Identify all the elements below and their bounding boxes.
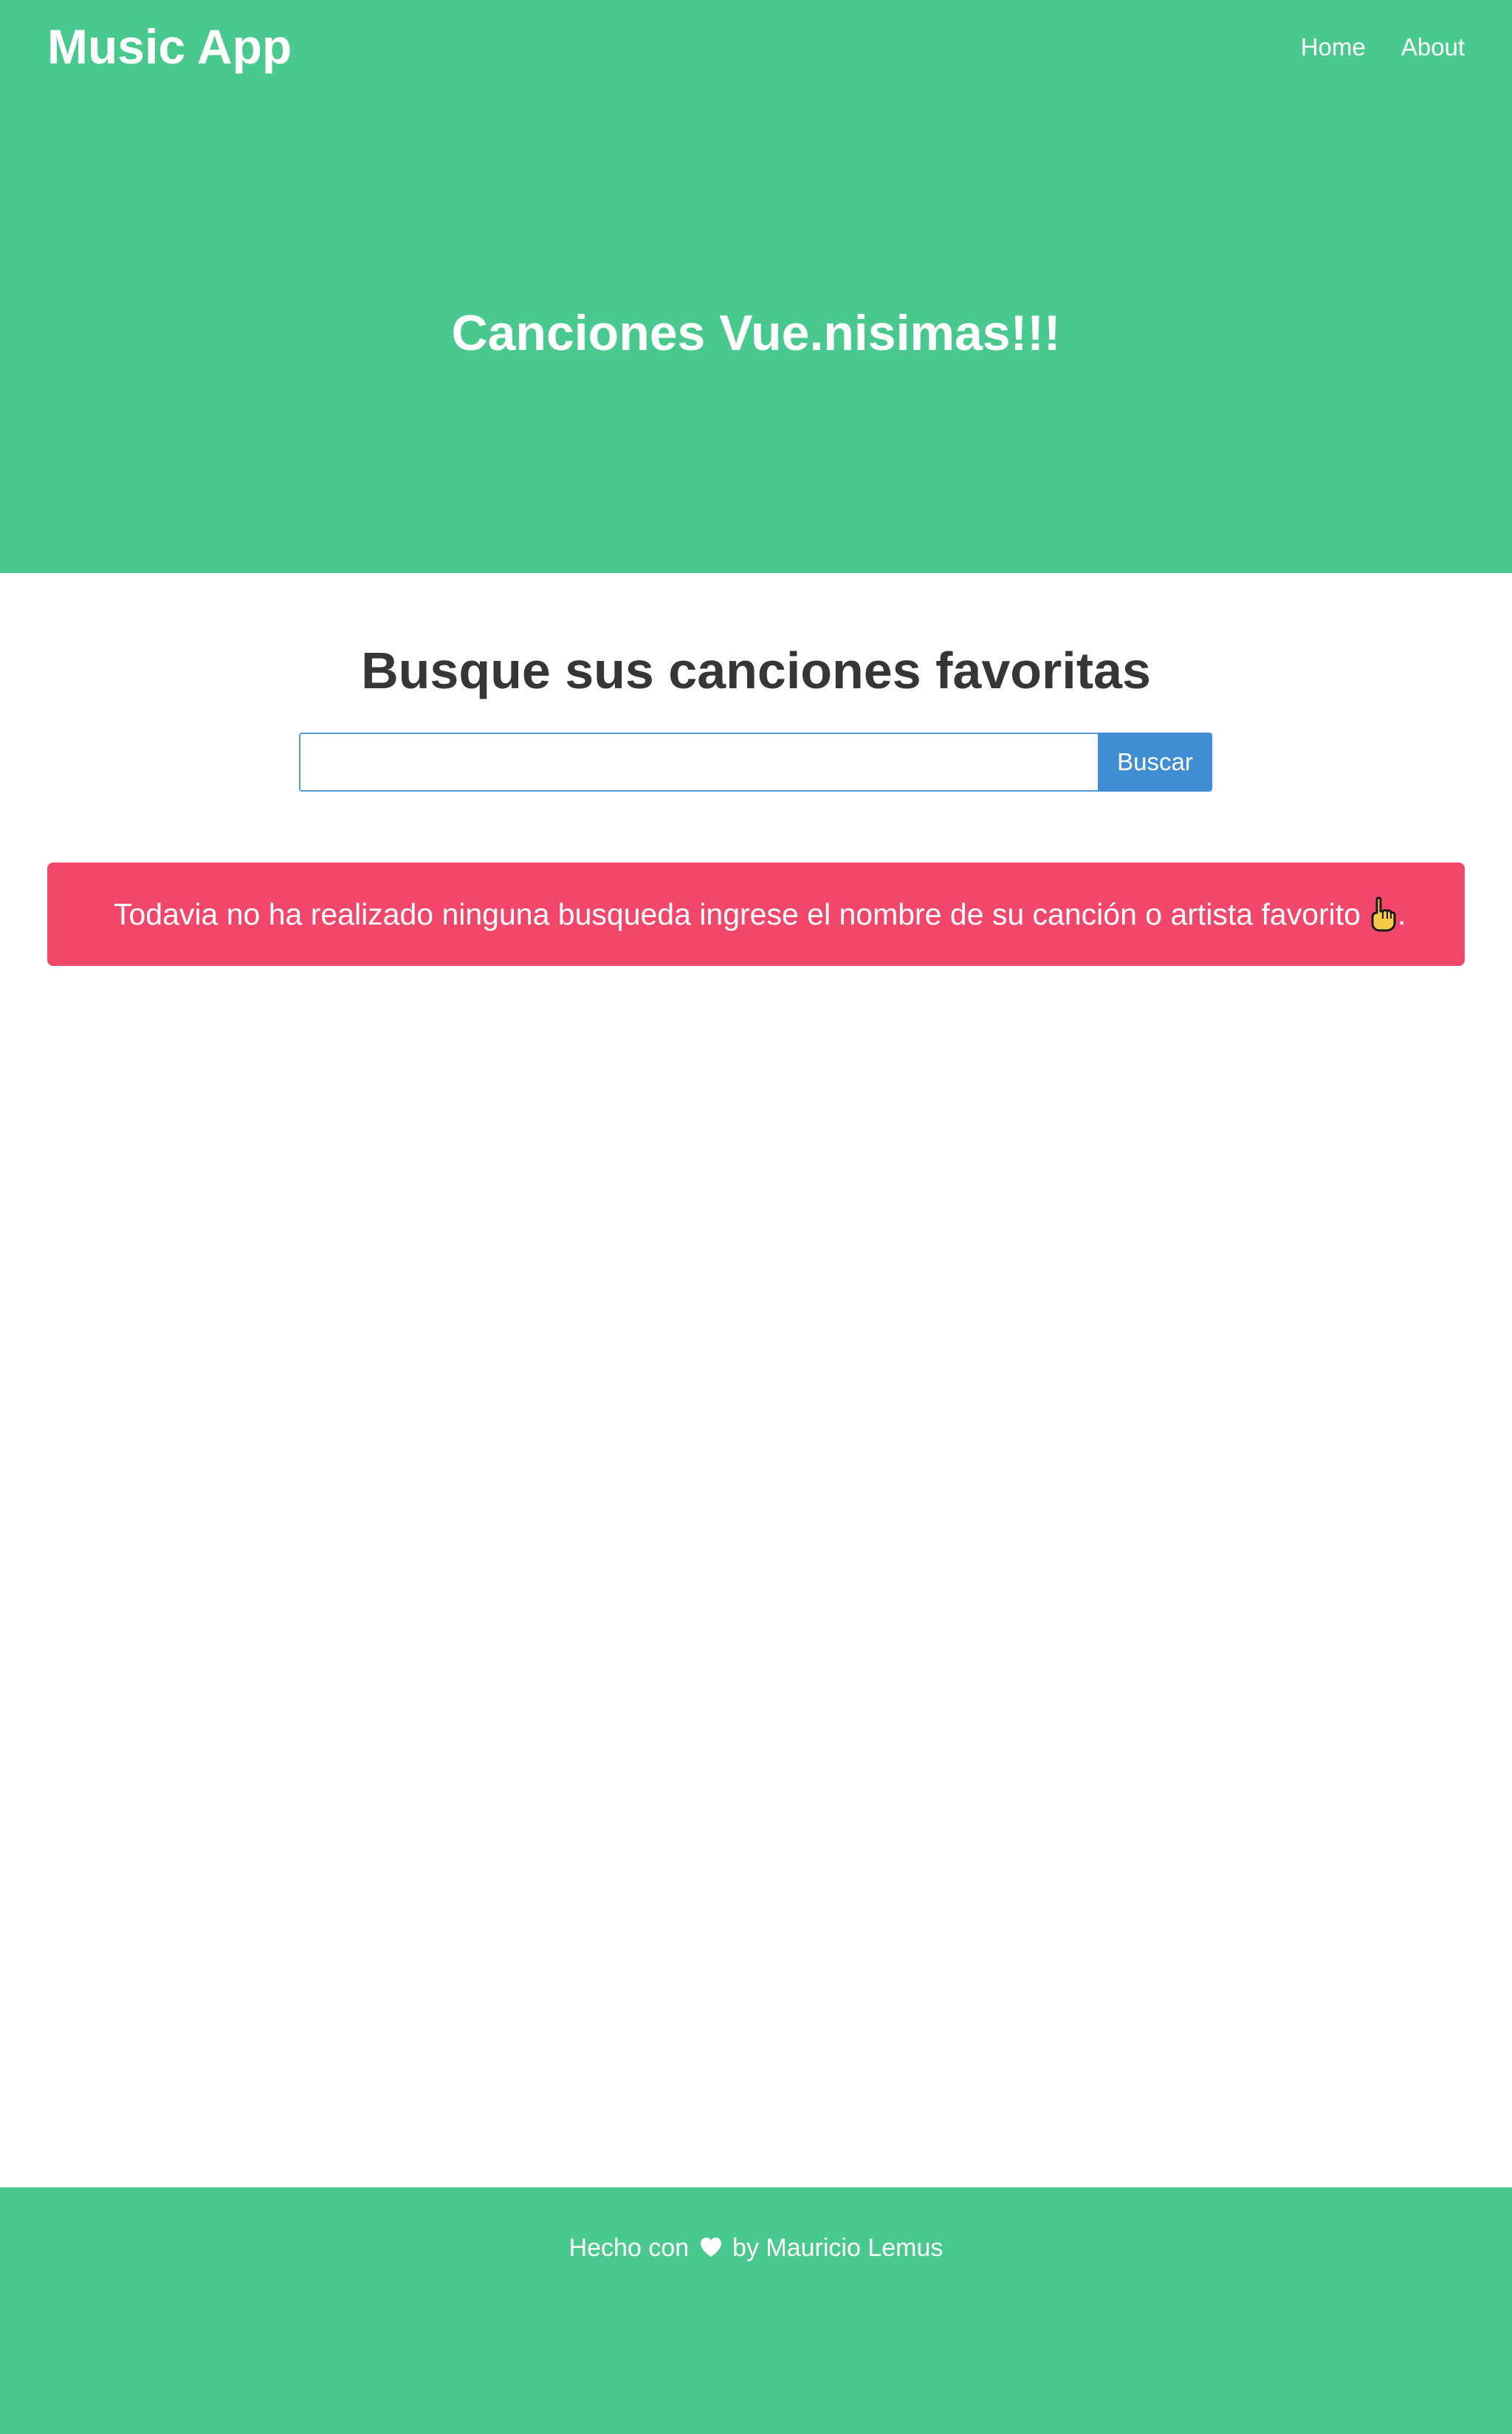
empty-search-notification: Todavia no ha realizado ninguna busqueda… — [47, 863, 1465, 966]
notification-suffix: . — [1397, 897, 1406, 931]
hero-banner: Music App Home About Canciones Vue.nisim… — [0, 0, 1512, 573]
brand-title[interactable]: Music App — [47, 13, 292, 80]
notification-text: Todavia no ha realizado ninguna busqueda… — [114, 897, 1361, 931]
footer-credit: Hecho con by Mauricio Lemus — [0, 2229, 1512, 2267]
pointing-up-icon — [1367, 897, 1396, 932]
search-button[interactable]: Buscar — [1098, 733, 1212, 792]
footer-prefix: Hecho con — [568, 2234, 690, 2262]
notification-message: Todavia no ha realizado ninguna busqueda… — [114, 897, 1406, 932]
search-input[interactable] — [299, 733, 1098, 792]
hero-title: Canciones Vue.nisimas!!! — [451, 305, 1061, 361]
footer-author: by Mauricio Lemus — [732, 2234, 944, 2262]
nav-item-home[interactable]: Home — [1301, 28, 1366, 66]
heart-icon — [699, 2231, 723, 2257]
nav-item-about[interactable]: About — [1401, 28, 1465, 66]
top-nav: Home About — [1301, 28, 1465, 66]
footer: Hecho con by Mauricio Lemus — [0, 2187, 1512, 2434]
search-section-title: Busque sus canciones favoritas — [361, 642, 1151, 699]
